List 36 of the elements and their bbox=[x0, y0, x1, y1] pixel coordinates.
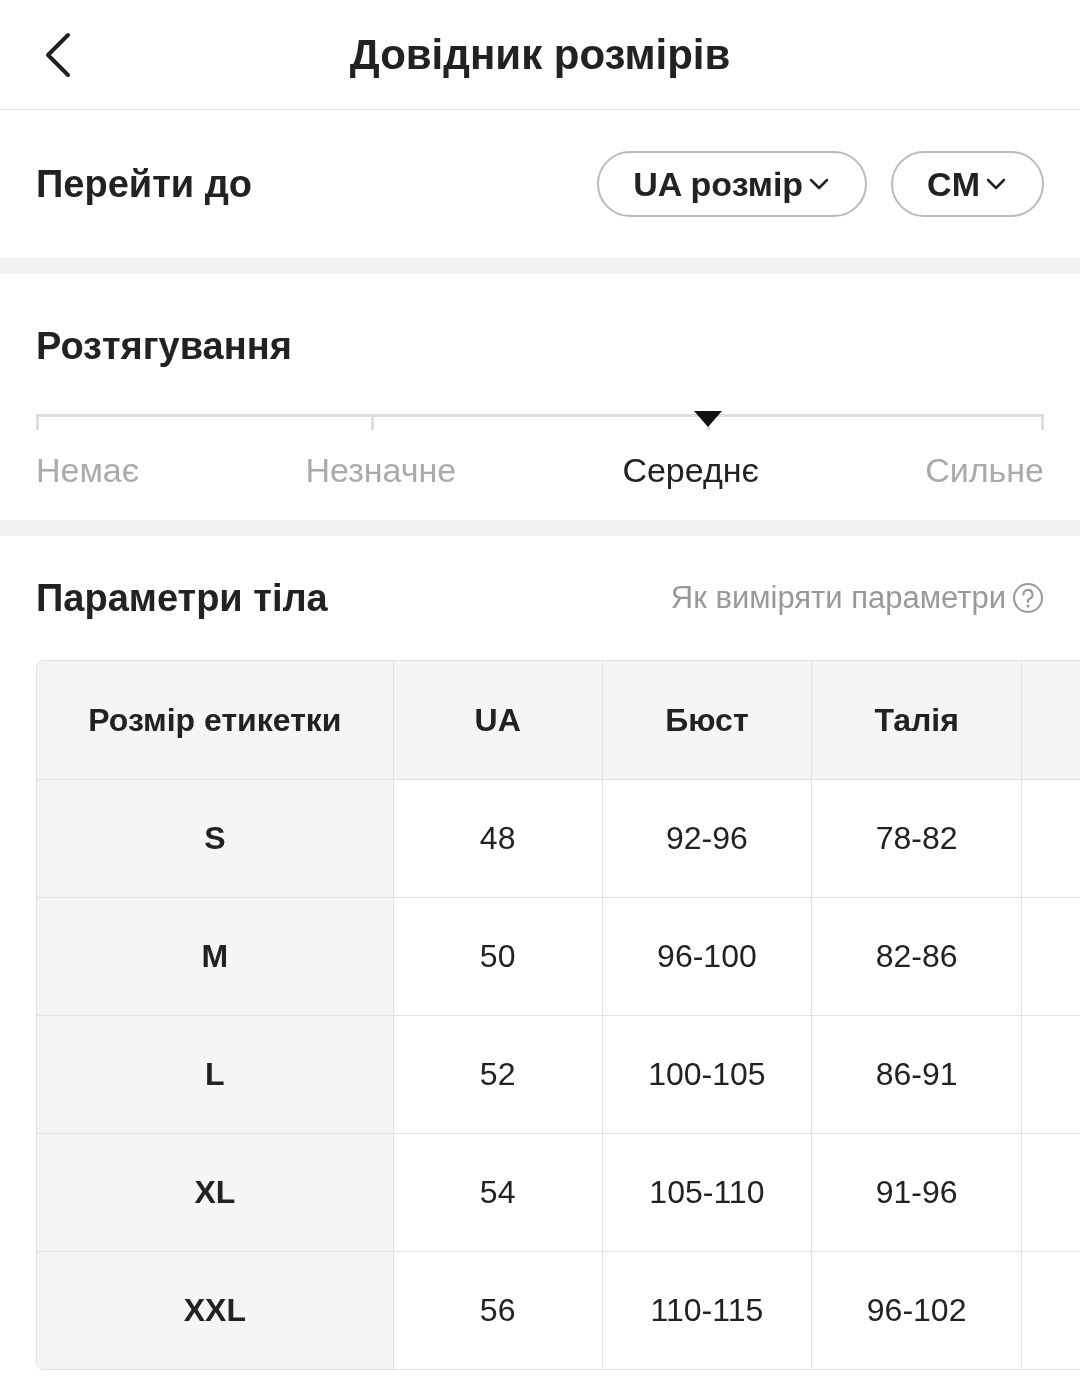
dropdown-button[interactable]: UA розмір bbox=[597, 151, 868, 217]
chevron-down-icon bbox=[984, 176, 1008, 192]
stretch-level: Немає bbox=[36, 450, 140, 491]
table-cell: 52 bbox=[393, 1015, 603, 1133]
table-cell: 91-96 bbox=[811, 1133, 1022, 1251]
table-cell: 92-96 bbox=[602, 779, 812, 897]
table-cell: 56 bbox=[393, 1251, 603, 1369]
table-cell: 54 bbox=[393, 1133, 603, 1251]
column-header: Розмір етикетки bbox=[37, 661, 394, 779]
table-cell: 50 bbox=[393, 897, 603, 1015]
column-header: Талія bbox=[811, 661, 1022, 779]
table-cell: 105-110 bbox=[602, 1133, 812, 1251]
table-cell: 48 bbox=[393, 779, 603, 897]
page-title: Довідник розмірів bbox=[349, 30, 731, 80]
table-cell: 82-86 bbox=[811, 897, 1022, 1015]
table-cell: 110-115 bbox=[602, 1251, 812, 1369]
stretch-level: Середнє bbox=[622, 450, 759, 491]
dropdown-button[interactable]: CM bbox=[891, 151, 1044, 217]
stretch-level: Сильне bbox=[925, 450, 1044, 491]
section-title: Розтягування bbox=[36, 324, 293, 369]
table-cell: XXL bbox=[37, 1251, 394, 1369]
stretch-level: Незначне bbox=[305, 450, 457, 491]
table-cell: 96-102 bbox=[811, 1251, 1022, 1369]
section-title: Параметри тіла bbox=[36, 575, 328, 621]
help-icon[interactable] bbox=[1012, 582, 1044, 614]
table-cell: 78-82 bbox=[811, 779, 1022, 897]
table-cell: 96-100 bbox=[602, 897, 812, 1015]
table-cell: 86-91 bbox=[811, 1015, 1022, 1133]
table-cell: XL bbox=[37, 1133, 394, 1251]
table-cell: M bbox=[37, 897, 394, 1015]
column-header: UA bbox=[393, 661, 603, 779]
jump-to-label: Перейти до bbox=[36, 161, 252, 207]
table-cell: S bbox=[37, 779, 394, 897]
table-cell: L bbox=[37, 1015, 394, 1133]
table-cell: 100-105 bbox=[602, 1015, 812, 1133]
column-header: Бюст bbox=[602, 661, 812, 779]
